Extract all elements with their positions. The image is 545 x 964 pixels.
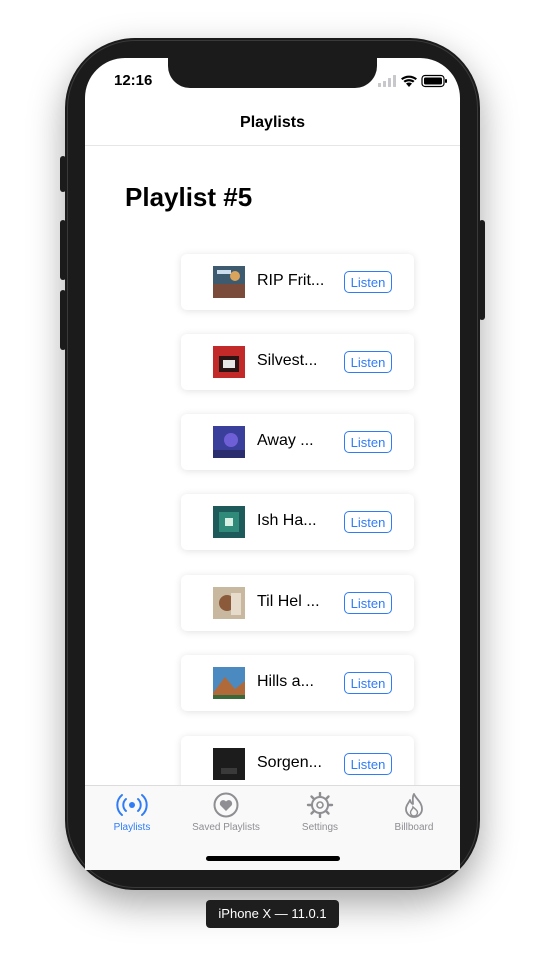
listen-button[interactable]: Listen bbox=[344, 672, 392, 694]
album-cover-icon bbox=[213, 587, 245, 619]
listen-button[interactable]: Listen bbox=[344, 753, 392, 775]
listen-button[interactable]: Listen bbox=[344, 351, 392, 373]
tab-playlists[interactable]: Playlists bbox=[85, 792, 179, 840]
cellular-signal-icon bbox=[378, 75, 396, 87]
track-card[interactable]: Hills a... Listen bbox=[181, 655, 414, 711]
album-cover-icon bbox=[213, 667, 245, 699]
tab-label: Billboard bbox=[394, 822, 434, 833]
device-label: iPhone X — 11.0.1 bbox=[206, 900, 339, 928]
nav-divider bbox=[85, 145, 460, 146]
album-cover-icon bbox=[213, 266, 245, 298]
track-title: Ish Ha... bbox=[257, 512, 317, 529]
listen-button[interactable]: Listen bbox=[344, 271, 392, 293]
track-card[interactable]: Sorgen... Listen bbox=[181, 736, 414, 785]
track-card[interactable]: Ish Ha... Listen bbox=[181, 494, 414, 550]
listen-button[interactable]: Listen bbox=[344, 592, 392, 614]
tab-saved-playlists[interactable]: Saved Playlists bbox=[179, 792, 273, 840]
track-title: RIP Frit... bbox=[257, 272, 325, 289]
heart-circle-icon bbox=[213, 792, 239, 818]
broadcast-icon bbox=[116, 794, 148, 816]
tab-label: Settings bbox=[301, 822, 339, 833]
tab-label: Playlists bbox=[113, 822, 151, 833]
album-cover-icon bbox=[213, 426, 245, 458]
track-title: Silvest... bbox=[257, 352, 318, 369]
nav-title: Playlists bbox=[240, 114, 305, 131]
track-title: Til Hel ... bbox=[257, 593, 320, 610]
track-card[interactable]: Til Hel ... Listen bbox=[181, 575, 414, 631]
track-card[interactable]: Silvest... Listen bbox=[181, 334, 414, 390]
battery-icon bbox=[421, 74, 447, 88]
gear-icon bbox=[306, 792, 334, 818]
album-cover-icon bbox=[213, 748, 245, 780]
page-title: Playlist #5 bbox=[125, 182, 253, 212]
track-card[interactable]: Away ... Listen bbox=[181, 414, 414, 470]
status-icons bbox=[378, 74, 447, 88]
tab-label: Saved Playlists bbox=[192, 822, 260, 833]
listen-button[interactable]: Listen bbox=[344, 511, 392, 533]
notch bbox=[168, 58, 377, 88]
track-card[interactable]: RIP Frit... Listen bbox=[181, 254, 414, 310]
album-cover-icon bbox=[213, 506, 245, 538]
tab-settings[interactable]: Settings bbox=[273, 792, 367, 840]
tab-billboard[interactable]: Billboard bbox=[367, 792, 461, 840]
home-indicator[interactable] bbox=[206, 856, 340, 861]
track-title: Hills a... bbox=[257, 673, 314, 690]
status-time: 12:16 bbox=[114, 72, 153, 89]
wifi-icon bbox=[401, 75, 417, 87]
track-title: Away ... bbox=[257, 432, 314, 449]
flame-icon bbox=[405, 793, 423, 818]
track-title: Sorgen... bbox=[257, 754, 322, 771]
listen-button[interactable]: Listen bbox=[344, 431, 392, 453]
album-cover-icon bbox=[213, 346, 245, 378]
playlist-scroll-area[interactable]: Playlists Playlist #5 RIP Frit... Listen… bbox=[0, 0, 545, 785]
